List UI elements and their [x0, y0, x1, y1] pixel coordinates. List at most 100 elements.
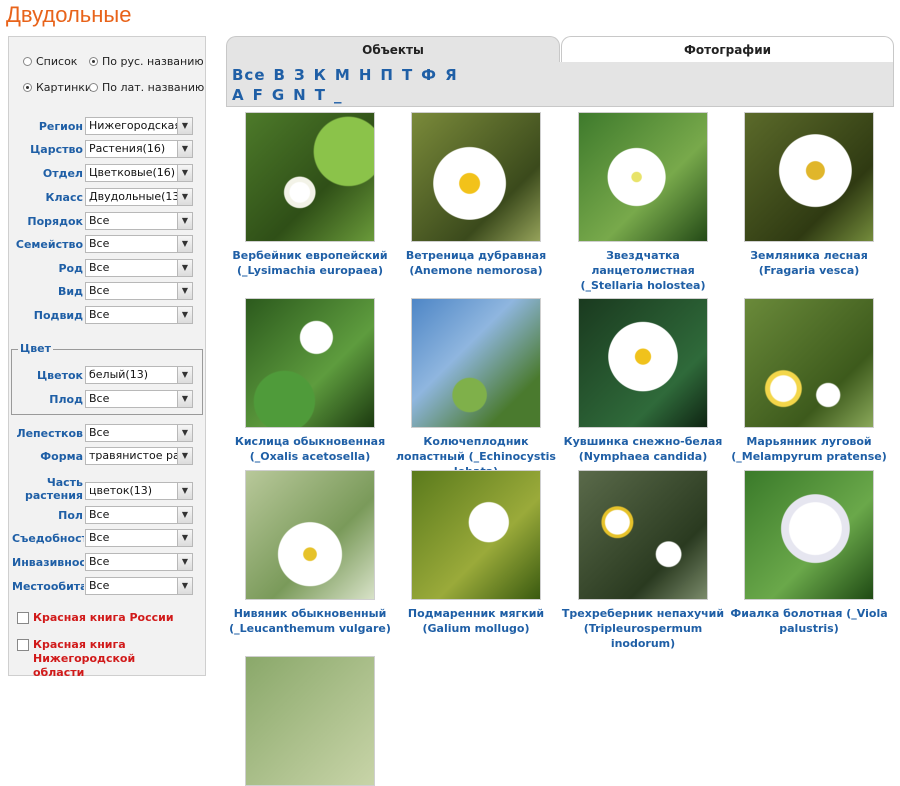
species-name-link[interactable]: Марьянник луговой (_Melampyrum pratense) [726, 434, 892, 464]
species-name-link[interactable]: Кислица обыкновенная (_Oxalis acetosella… [227, 434, 393, 464]
dropdown-arrow-icon[interactable]: ▼ [177, 425, 192, 441]
species-card[interactable]: Подмаренник мягкий (Galium mollugo) [393, 470, 559, 636]
subspecies-select[interactable]: Все ▼ [85, 306, 193, 324]
habitat-select[interactable]: Все ▼ [85, 577, 193, 595]
letter-link[interactable]: Н [359, 66, 373, 84]
red-book-russia-option[interactable]: Красная книга России [17, 611, 174, 625]
species-card[interactable]: Трехреберник непахучий (Tripleurospermum… [560, 470, 726, 651]
dropdown-arrow-icon[interactable]: ▼ [177, 448, 192, 464]
dropdown-arrow-icon[interactable]: ▼ [177, 141, 192, 157]
species-name-link[interactable]: Подмаренник мягкий (Galium mollugo) [393, 606, 559, 636]
dropdown-arrow-icon[interactable]: ▼ [177, 283, 192, 299]
flower-photo-icon[interactable] [578, 470, 708, 600]
view-list-option[interactable]: Список [23, 55, 77, 68]
dropdown-arrow-icon[interactable]: ▼ [177, 165, 192, 181]
species-name-link[interactable]: Трехреберник непахучий (Tripleurospermum… [560, 606, 726, 651]
flower-photo-icon[interactable] [578, 112, 708, 242]
species-card[interactable]: Кислица обыкновенная (_Oxalis acetosella… [227, 298, 393, 464]
letter-link[interactable]: N [293, 86, 307, 104]
flower-photo-icon[interactable] [578, 298, 708, 428]
red-book-region-option[interactable]: Красная книга Нижегородской области [17, 638, 187, 680]
region-select[interactable]: Нижегородская о ▼ [85, 117, 193, 135]
tab-photos[interactable]: Фотографии [561, 36, 894, 63]
sex-select[interactable]: Все ▼ [85, 506, 193, 524]
radio-selected-icon[interactable] [23, 83, 32, 92]
dropdown-arrow-icon[interactable]: ▼ [177, 260, 192, 276]
species-name-link[interactable]: Фиалка болотная (_Viola palustris) [726, 606, 892, 636]
division-select[interactable]: Цветковые(16) ▼ [85, 164, 193, 182]
letter-link[interactable]: Все [232, 66, 266, 84]
flower-photo-icon[interactable] [411, 298, 541, 428]
family-select[interactable]: Все ▼ [85, 235, 193, 253]
letter-link[interactable]: Т [402, 66, 413, 84]
letter-link[interactable]: Я [445, 66, 458, 84]
flower-photo-icon[interactable] [744, 298, 874, 428]
flower-photo-icon[interactable] [411, 470, 541, 600]
dropdown-arrow-icon[interactable]: ▼ [177, 118, 192, 134]
letter-link[interactable]: A [232, 86, 245, 104]
species-name-link[interactable]: Кувшинка снежно-белая (Nymphaea candida) [560, 434, 726, 464]
species-name-link[interactable]: Земляника лесная (Fragaria vesca) [726, 248, 892, 278]
flower-color-select[interactable]: белый(13) ▼ [85, 366, 193, 384]
species-card[interactable]: Колючеплодник лопастный (_Echinocystis l… [393, 298, 559, 479]
petals-select[interactable]: Все ▼ [85, 424, 193, 442]
species-card[interactable]: Звездчатка ланцетолистная (_Stellaria ho… [560, 112, 726, 293]
letter-link[interactable]: T [315, 86, 326, 104]
letter-link[interactable]: З [294, 66, 306, 84]
letter-link[interactable]: М [335, 66, 351, 84]
species-card[interactable] [227, 656, 393, 786]
dropdown-arrow-icon[interactable]: ▼ [177, 530, 192, 546]
species-card[interactable]: Земляника лесная (Fragaria vesca) [726, 112, 892, 278]
flower-photo-icon[interactable] [245, 112, 375, 242]
flower-photo-icon[interactable] [245, 470, 375, 600]
dropdown-arrow-icon[interactable]: ▼ [177, 578, 192, 594]
plant-part-select[interactable]: цветок(13) ▼ [85, 482, 193, 500]
order-select[interactable]: Все ▼ [85, 212, 193, 230]
letter-link[interactable]: _ [334, 86, 343, 104]
invasiveness-select[interactable]: Все ▼ [85, 553, 193, 571]
dropdown-arrow-icon[interactable]: ▼ [177, 483, 192, 499]
flower-photo-icon[interactable] [245, 656, 375, 786]
tab-objects[interactable]: Объекты [226, 36, 560, 63]
flower-photo-icon[interactable] [245, 298, 375, 428]
kingdom-select[interactable]: Растения(16) ▼ [85, 140, 193, 158]
species-name-link[interactable]: Вербейник европейский (_Lysimachia europ… [227, 248, 393, 278]
checkbox-icon[interactable] [17, 612, 29, 624]
species-name-link[interactable]: Звездчатка ланцетолистная (_Stellaria ho… [560, 248, 726, 293]
edibility-select[interactable]: Все ▼ [85, 529, 193, 547]
species-card[interactable]: Кувшинка снежно-белая (Nymphaea candida) [560, 298, 726, 464]
genus-select[interactable]: Все ▼ [85, 259, 193, 277]
sort-lat-option[interactable]: По лат. названию [89, 81, 204, 94]
form-select[interactable]: травянистое рас ▼ [85, 447, 193, 465]
radio-icon[interactable] [23, 57, 32, 66]
dropdown-arrow-icon[interactable]: ▼ [177, 213, 192, 229]
letter-link[interactable]: F [253, 86, 264, 104]
letter-link[interactable]: П [380, 66, 394, 84]
species-card[interactable]: Вербейник европейский (_Lysimachia europ… [227, 112, 393, 278]
dropdown-arrow-icon[interactable]: ▼ [177, 391, 192, 407]
species-card[interactable]: Марьянник луговой (_Melampyrum pratense) [726, 298, 892, 464]
letter-link[interactable]: G [272, 86, 285, 104]
species-name-link[interactable]: Нивяник обыкновенный (_Leucanthemum vulg… [227, 606, 393, 636]
flower-photo-icon[interactable] [744, 470, 874, 600]
sort-rus-option[interactable]: По рус. названию [89, 55, 204, 68]
letter-link[interactable]: К [314, 66, 327, 84]
fruit-color-select[interactable]: Все ▼ [85, 390, 193, 408]
dropdown-arrow-icon[interactable]: ▼ [177, 189, 192, 205]
view-pictures-option[interactable]: Картинки [23, 81, 92, 94]
dropdown-arrow-icon[interactable]: ▼ [177, 367, 192, 383]
dropdown-arrow-icon[interactable]: ▼ [177, 236, 192, 252]
species-name-link[interactable]: Ветреница дубравная (Anemone nemorosa) [393, 248, 559, 278]
species-card[interactable]: Ветреница дубравная (Anemone nemorosa) [393, 112, 559, 278]
species-card[interactable]: Нивяник обыкновенный (_Leucanthemum vulg… [227, 470, 393, 636]
radio-selected-icon[interactable] [89, 57, 98, 66]
flower-photo-icon[interactable] [411, 112, 541, 242]
checkbox-icon[interactable] [17, 639, 29, 651]
species-card[interactable]: Фиалка болотная (_Viola palustris) [726, 470, 892, 636]
letter-link[interactable]: Ф [421, 66, 437, 84]
radio-icon[interactable] [89, 83, 98, 92]
dropdown-arrow-icon[interactable]: ▼ [177, 307, 192, 323]
dropdown-arrow-icon[interactable]: ▼ [177, 554, 192, 570]
class-select[interactable]: Двудольные(13) ▼ [85, 188, 193, 206]
species-select[interactable]: Все ▼ [85, 282, 193, 300]
